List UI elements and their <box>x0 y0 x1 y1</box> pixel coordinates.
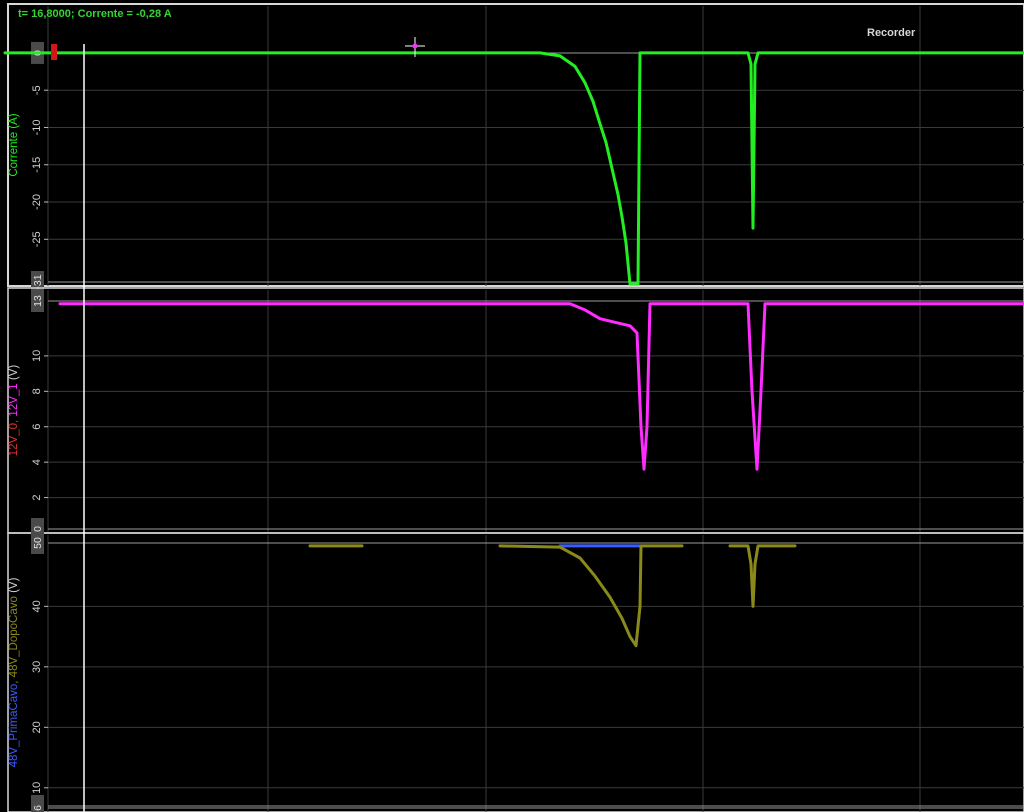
y-axis-title-part: (V) <box>8 577 20 596</box>
panel-current: 0-5-10-15-20-250-31 <box>3 3 1024 293</box>
y-tick-label: -25 <box>31 231 43 247</box>
series-corrente <box>3 51 1024 286</box>
panel-border <box>7 287 1024 534</box>
y-tick-label: 2 <box>31 495 43 501</box>
y-axis-title-part: , 48V_DopoCavo <box>8 596 20 684</box>
crosshair-point <box>412 43 418 49</box>
y-tick-label: 40 <box>31 600 43 612</box>
y-limit-label: 50 <box>32 537 44 549</box>
recorder-label: Recorder <box>867 27 916 39</box>
y-tick-label: -10 <box>31 120 43 136</box>
cursor-readout: t= 16,8000; Corrente = -0,28 A <box>18 8 172 20</box>
y-tick-label: -20 <box>31 194 43 210</box>
y-tick-label: 8 <box>31 388 43 394</box>
y-axis-title: 48V_PrimaCavo, 48V_DopoCavo (V) <box>8 577 20 767</box>
y-axis-title: Corrente (A) <box>8 113 20 176</box>
y-tick-label: 10 <box>31 350 43 362</box>
y-tick-label: 4 <box>31 459 43 465</box>
y-limit-label: 0 <box>32 526 44 532</box>
y-axis-title-part: 12V_0, <box>8 417 20 457</box>
series-12v-1 <box>58 302 1024 471</box>
y-axis-title: 12V_0, 12V_1 (V) <box>8 365 20 457</box>
y-tick-label: 6 <box>31 424 43 430</box>
oscilloscope-chart: 0-5-10-15-20-250-3110864213040302010507.… <box>3 3 1024 812</box>
y-axis-title-part: 48V_PrimaCavo <box>8 684 20 768</box>
panel-border <box>7 3 1024 287</box>
y-limit-label: 13 <box>32 295 44 307</box>
channel-marker <box>51 44 57 60</box>
panel-12v: 10 8 6 4 2 13 0 <box>7 287 1024 540</box>
series-48v-dopocavo <box>498 544 684 648</box>
series-48v-dopocavo <box>728 544 797 608</box>
y-axis-title-part: (V) <box>8 365 20 384</box>
y-tick-label: 20 <box>31 721 43 733</box>
y-axis-title-part: 12V_1 <box>8 383 20 416</box>
panel-border <box>7 532 1024 812</box>
panel-48v: 40302010507.06 <box>7 532 1024 812</box>
y-tick-label: -15 <box>31 157 43 173</box>
y-tick-label: 10 <box>31 782 43 794</box>
y-tick-label: 30 <box>31 661 43 673</box>
y-tick-label: -5 <box>31 85 43 95</box>
y-limit-label: 6 <box>32 805 44 811</box>
